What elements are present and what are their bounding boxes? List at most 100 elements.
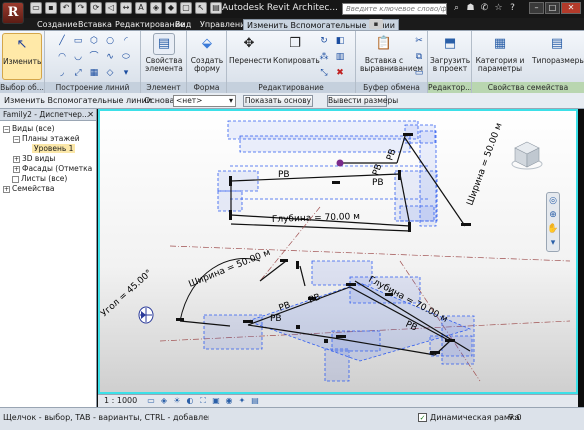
base-select[interactable]: <нет> [173, 95, 236, 107]
maximize-button[interactable]: □ [545, 2, 560, 14]
sun-path-icon[interactable]: ☀ [172, 396, 182, 406]
ribbon-minimize-icon[interactable]: ▪ [369, 19, 383, 29]
switch-window-icon[interactable]: ▤ [210, 2, 222, 14]
detail-level-icon[interactable]: ▭ [146, 396, 156, 406]
nav-menu-icon[interactable]: ▾ [547, 237, 559, 249]
tree-node-level-1[interactable]: Уровень 1 [32, 144, 76, 153]
view-scale[interactable]: 1 : 1000 [104, 396, 137, 405]
tree-node-sheets[interactable]: Листы (все) [12, 174, 67, 183]
tree-node-families[interactable]: + Семейства [3, 184, 55, 193]
drawing-viewport[interactable]: РВ РВ РВ РВ Глубина = 70.00 м Ширина = 5… [98, 109, 578, 394]
undo-icon[interactable]: ↶ [60, 2, 72, 14]
modify-button[interactable]: ↖ Изменить [2, 33, 42, 80]
model-canvas[interactable]: РВ РВ РВ РВ Глубина = 70.00 м Ширина = 5… [100, 111, 576, 392]
viewcube-icon[interactable] [510, 138, 544, 172]
crop-view-icon[interactable]: ⛶ [198, 396, 208, 406]
tangent-arc-icon[interactable]: ◡ [71, 51, 85, 64]
sync-icon[interactable]: ⟳ [90, 2, 102, 14]
copy-button[interactable]: ❐ Копировать [273, 33, 320, 65]
selection-filter[interactable]: ⊽:0 [508, 413, 522, 422]
show-crop-icon[interactable]: ▣ [211, 396, 221, 406]
select-icon[interactable]: ↖ [195, 2, 207, 14]
show-dimensions-button[interactable]: Вывести размеры [327, 95, 398, 107]
arc-icon[interactable]: ◜ [119, 35, 133, 48]
application-menu-button[interactable]: R [2, 2, 24, 24]
circle-icon[interactable]: ○ [103, 35, 117, 48]
tab-insert[interactable]: Вставка [75, 19, 115, 30]
pan-icon[interactable]: ✋ [547, 223, 559, 235]
family-types-button[interactable]: ▤ Типоразмеры [532, 33, 584, 65]
text-icon[interactable]: A [135, 2, 147, 14]
temp-hide-icon[interactable]: ◉ [224, 396, 234, 406]
rotate-icon[interactable]: ↻ [317, 35, 331, 48]
tree-node-floor-plans[interactable]: − Планы этажей [13, 134, 80, 143]
fillet-arc-icon[interactable]: ⌒ [87, 51, 101, 64]
help-icon[interactable]: ? [507, 3, 518, 14]
measure-icon[interactable]: ◁ [105, 2, 117, 14]
pick-face-icon[interactable]: ▦ [87, 67, 101, 80]
open-icon[interactable]: ▭ [30, 2, 42, 14]
move-button[interactable]: ✥ Перенести [229, 33, 272, 65]
array-icon[interactable]: ⁂ [317, 51, 331, 64]
redo-icon[interactable]: ↷ [75, 2, 87, 14]
3d-view-icon[interactable]: ◈ [150, 2, 162, 14]
favorites-icon[interactable]: ☆ [493, 3, 504, 14]
partial-ellipse-icon[interactable]: ◞ [55, 67, 69, 80]
category-parameters-button[interactable]: ▦ Категория и параметры [474, 33, 526, 73]
ellipse-icon[interactable]: ⬭ [119, 51, 133, 64]
dynamic-frame-toggle[interactable]: ✓ Динамическая рамка [418, 413, 520, 422]
copy-clip-icon[interactable]: ⧉ [412, 51, 426, 64]
width-dimension-top[interactable]: Ширина = 50.00 м [465, 122, 504, 207]
shadows-icon[interactable]: ◐ [185, 396, 195, 406]
element-properties-button[interactable]: ▤ Свойства элемента [144, 33, 184, 73]
expand-icon[interactable]: + [3, 185, 10, 193]
close-icon[interactable]: ✕ [87, 109, 94, 120]
create-form-button[interactable]: ⬙ Создать форму [188, 33, 226, 73]
mirror-icon[interactable]: ◧ [333, 35, 347, 48]
steering-wheel-icon[interactable]: ◎ [547, 195, 559, 207]
tree-node-3d-views[interactable]: +3D виды [13, 154, 55, 163]
reveal-hidden-icon[interactable]: ✦ [237, 396, 247, 406]
pick-lines-icon[interactable]: ⤢ [71, 67, 85, 80]
search-icon[interactable]: ⌕ [451, 3, 462, 14]
section-icon[interactable]: ◆ [165, 2, 177, 14]
cut-icon[interactable]: ✂ [412, 35, 426, 48]
width-dimension-bottom[interactable]: Ширина = 50.00 м [187, 248, 272, 290]
delete-icon[interactable]: ✖ [333, 67, 347, 80]
subscription-icon[interactable]: ☗ [465, 3, 476, 14]
visual-style-icon[interactable]: ◈ [159, 396, 169, 406]
expand-icon[interactable]: + [13, 155, 20, 163]
collapse-icon[interactable]: − [13, 135, 20, 143]
tree-node-elevations[interactable]: + Фасады (Отметка [13, 164, 92, 173]
clipboard-icon[interactable]: ▭ [412, 67, 426, 80]
line-icon[interactable]: ╱ [55, 35, 69, 48]
depth-dimension-top[interactable]: Глубина = 70.00 м [272, 212, 360, 225]
comm-center-icon[interactable]: ✆ [479, 3, 490, 14]
close-hidden-icon[interactable]: ▢ [180, 2, 192, 14]
tab-view[interactable]: Вид [172, 19, 194, 30]
minimize-button[interactable]: – [529, 2, 544, 14]
tree-node-views[interactable]: − Виды (все) [3, 124, 55, 133]
load-into-project-button[interactable]: ⬒ Загрузить в проект [430, 33, 470, 73]
spline-icon[interactable]: ∿ [103, 51, 117, 64]
search-input[interactable]: Введите ключевое слово/фразу [342, 3, 447, 15]
save-icon[interactable]: ▪ [45, 2, 57, 14]
analysis-icon[interactable]: ▤ [250, 396, 260, 406]
checkbox-checked-icon[interactable]: ✓ [418, 413, 427, 422]
align-icon[interactable]: ▥ [333, 51, 347, 64]
show-base-button[interactable]: Показать основу [243, 95, 313, 107]
paste-aligned-button[interactable]: 📋 Вставка с выравниванием [360, 33, 423, 73]
scale-icon[interactable]: ⤡ [317, 67, 331, 80]
collapse-icon[interactable]: − [3, 125, 10, 133]
expand-icon[interactable]: + [13, 165, 20, 173]
zoom-icon[interactable]: ⊕ [547, 209, 559, 221]
close-button[interactable]: ✕ [561, 2, 581, 14]
family-origin-marker[interactable] [138, 306, 154, 324]
tab-create[interactable]: Создание [34, 19, 81, 30]
dimension-icon[interactable]: ↔ [120, 2, 132, 14]
origin-point[interactable] [336, 159, 344, 167]
more-draw-icon[interactable]: ▾ [119, 67, 133, 80]
rectangle-icon[interactable]: ▭ [71, 35, 85, 48]
pick-edge-icon[interactable]: ◇ [103, 67, 117, 80]
polygon-icon[interactable]: ⬡ [87, 35, 101, 48]
